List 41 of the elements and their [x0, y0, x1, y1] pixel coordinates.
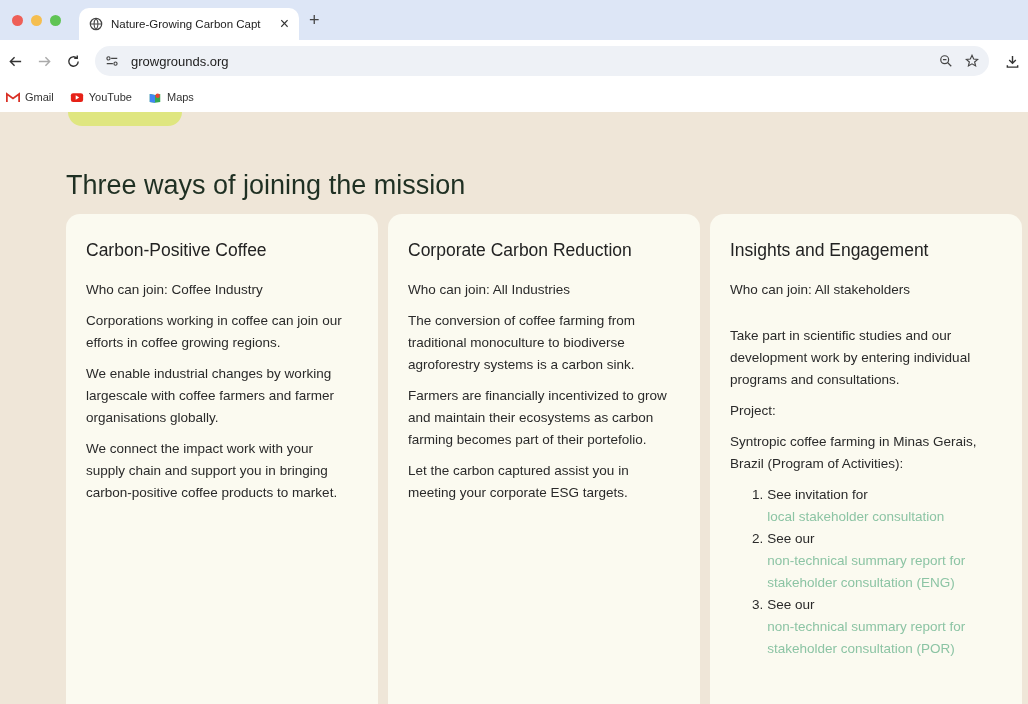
play-icon	[69, 91, 84, 103]
audience-text: Who can join: All stakeholders	[730, 281, 912, 299]
audience-text: Who can join: All Industries	[408, 281, 572, 299]
browser-tab[interactable]: Nature-Growing Carbon Capt ×	[79, 8, 299, 40]
card-paragraph: We connect the impact work with your supply chain and support you in bringing carbon-positive coffee products to market.	[86, 440, 339, 502]
card-title: Carbon-Positive Coffee	[86, 240, 268, 261]
list-number: 2.	[752, 530, 764, 548]
card-paragraph: Take part in scientific studies and our development work by entering individual programs and consultations.	[730, 327, 972, 389]
list-number: 1.	[752, 486, 764, 504]
star-icon[interactable]	[965, 54, 979, 68]
site-settings-icon[interactable]	[105, 54, 119, 68]
card-paragraph: The conversion of coffee farming from traditional monoculture to biodiverse agroforestry systems is a carbon sink.	[408, 312, 637, 374]
bookmark-item[interactable]: YouTube	[69, 91, 132, 103]
new-tab-button[interactable]: +	[309, 9, 320, 31]
card-paragraph: Farmers are financially incentivized to grow and maintain their ecosystems as carbon farming becomes part of their portefolio.	[408, 387, 668, 449]
address-bar[interactable]: growgrounds.org	[95, 46, 989, 76]
list-item-text: See invitation for local stakeholder consultation	[767, 484, 945, 528]
card-paragraph: We enable industrial changes by working largescale with coffee farmers and farmer organisations globally.	[86, 365, 336, 427]
url-text: growgrounds.org	[131, 53, 229, 69]
bookmark-item[interactable]: Gmail	[6, 91, 54, 103]
audience-text: Who can join: Coffee Industry	[86, 281, 264, 299]
card-paragraph: Let the carbon captured assist you in meeting your corporate ESG targets.	[408, 462, 630, 502]
globe-icon	[89, 17, 103, 31]
mail-icon	[6, 91, 20, 103]
close-tab-icon[interactable]: ×	[279, 15, 289, 33]
list-item-text: See our non-technical summary report for stakeholder consultation (POR)	[767, 594, 998, 660]
card-title: Corporate Carbon Reduction	[408, 240, 633, 261]
bookmark-item[interactable]: Maps	[147, 91, 194, 103]
list-number: 3.	[752, 596, 764, 614]
close-window-icon[interactable]	[12, 14, 23, 26]
card-paragraph: Project:	[730, 402, 777, 420]
download-icon[interactable]	[1005, 53, 1020, 69]
tab-title: Nature-Growing Carbon Capt	[111, 18, 262, 30]
card-title: Insights and Engagement	[730, 240, 930, 261]
reload-icon[interactable]	[66, 53, 81, 69]
list-item-text: See our non-technical summary report for stakeholder consultation (ENG)	[767, 528, 998, 594]
card-paragraph: Corporations working in coffee can join our efforts in coffee growing regions.	[86, 312, 343, 352]
section-heading: Three ways of joining the mission	[66, 169, 467, 202]
map-icon	[147, 91, 162, 103]
card-paragraph: Syntropic coffee farming in Minas Gerais, Brazil (Program of Activities):	[730, 433, 978, 473]
zoom-icon[interactable]	[939, 54, 953, 68]
